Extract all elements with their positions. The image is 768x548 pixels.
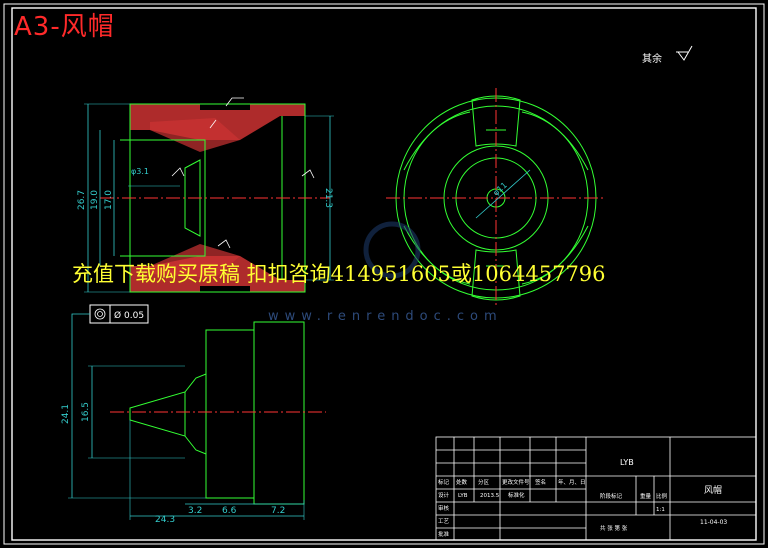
- front-view: [129, 321, 305, 505]
- dim-line-phi11: [475, 169, 531, 219]
- tb-r4: 更改文件号: [502, 478, 530, 486]
- dim-19-0: 19.0: [90, 190, 100, 210]
- roughness-mark-5: [217, 239, 231, 249]
- roughness-icon: [676, 45, 693, 61]
- dim-3-1: φ3.1: [131, 167, 149, 176]
- tb-c2: LYB: [458, 493, 468, 499]
- tb-r5: 签名: [535, 478, 546, 486]
- title-block-text: 标记 处数 分区 更改文件号 签名 年、月、日 设计 LYB 2013.5 标准…: [438, 478, 668, 538]
- concentricity-icon: [94, 308, 106, 320]
- tolerance-leader: [71, 313, 90, 330]
- dim-16-5: 16.5: [81, 402, 91, 422]
- tb-c6: 工艺: [438, 518, 450, 525]
- tb-weight: 重量: [640, 492, 652, 500]
- tb-c7: 批准: [438, 530, 450, 538]
- tb-sheet: 共 张 第 张: [600, 524, 628, 532]
- dim-24-3: 24.3: [155, 515, 175, 525]
- tb-c5: 审核: [438, 504, 450, 512]
- dim-17-0: 17.0: [104, 190, 114, 210]
- tb-designer: LYB: [620, 458, 634, 467]
- drawing-title: A3-风帽: [14, 12, 115, 42]
- surface-note: 其余: [642, 52, 662, 65]
- concentricity-icon-inner: [97, 311, 103, 317]
- roughness-mark-4: [301, 169, 315, 179]
- dim-21-3: 21.3: [323, 188, 333, 208]
- tb-c1: 设计: [438, 491, 450, 499]
- front-body-middle: [205, 329, 255, 499]
- tb-drawing-no: 11-04-03: [700, 519, 727, 526]
- dim-6-6: 6.6: [222, 506, 237, 516]
- dim-3-2: 3.2: [188, 506, 202, 516]
- front-nozzle: [129, 373, 207, 455]
- dim-26-7: 26.7: [77, 190, 87, 210]
- watermark-url: www.renrendoc.com: [268, 309, 503, 324]
- tb-r3: 分区: [478, 478, 490, 486]
- tb-part-name: 风帽: [704, 484, 722, 496]
- watermark-text: 充值下载购买原稿 扣扣咨询414951605或1064457796: [72, 262, 606, 286]
- drawing-canvas: 其余 26.7 19.0 17.0 φ3.1 21.3 φ11 Ø 0.05 2…: [0, 0, 768, 548]
- dim-phi11: φ11: [491, 180, 509, 197]
- tolerance-value-prefix: Ø: [114, 310, 121, 321]
- tb-c4: 标准化: [508, 491, 525, 499]
- roughness-mark-3: [171, 167, 185, 177]
- tb-scale-val: 1:1: [656, 507, 665, 513]
- tb-stage: 阶段标记: [600, 492, 623, 500]
- tolerance-value: 0.05: [124, 311, 144, 321]
- roughness-mark-1: [225, 97, 244, 107]
- dim-24-1: 24.1: [61, 404, 71, 424]
- tb-r1: 标记: [438, 478, 450, 486]
- tb-c3: 2013.5: [480, 493, 500, 499]
- dim-7-2: 7.2: [271, 506, 285, 516]
- front-body-right: [253, 321, 305, 505]
- tb-r6: 年、月、日: [558, 478, 586, 486]
- tb-scale: 比例: [656, 492, 668, 500]
- tb-r2: 处数: [456, 478, 468, 486]
